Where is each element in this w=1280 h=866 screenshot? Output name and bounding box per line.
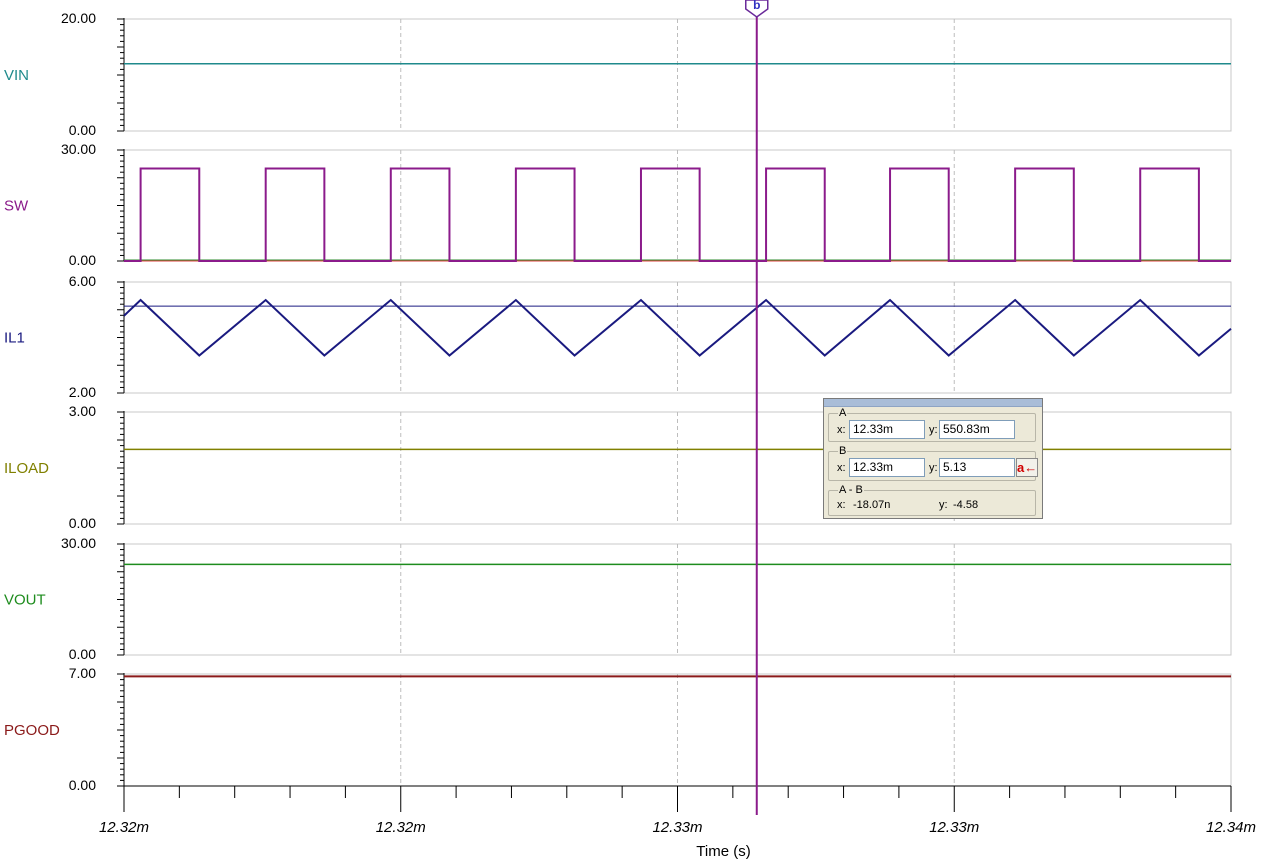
- x-tick-label: 12.33m: [652, 819, 702, 836]
- cursor-a-y-field[interactable]: 550.83m: [939, 420, 1015, 439]
- cursor-readout-panel[interactable]: A x: 12.33m y: 550.83m B x: 12.33m y: 5.…: [823, 398, 1043, 519]
- cursor-b-x-label: x:: [837, 462, 846, 474]
- cursor-a-y-label: y:: [929, 424, 938, 436]
- cursor-diff-x-value: -18.07n: [853, 499, 891, 511]
- cursor-diff-x-label: x:: [837, 499, 846, 511]
- y-min-label: 0.00: [69, 646, 96, 662]
- cursor-diff-label: A - B: [838, 484, 864, 496]
- panel-sw: 30.00 0.00 SW: [4, 141, 1232, 268]
- cursor-b-label: B: [838, 445, 848, 457]
- y-min-label: 0.00: [69, 122, 96, 138]
- snap-cursor-button[interactable]: a←: [1016, 458, 1038, 477]
- cursor-diff-group: A - B x: -18.07n y: -4.58: [828, 484, 1036, 516]
- series-name-vin: VIN: [4, 67, 29, 84]
- y-min-label: 0.00: [69, 515, 96, 531]
- waveform-plot[interactable]: 20.00 0.00 VIN 30.00 0.00 SW 6.00 2.00 IL1 3.00 0.…: [0, 0, 1280, 866]
- x-axis: 12.32m 12.32m 12.33m 12.33m 12.34m Time (s): [99, 785, 1256, 860]
- y-min-label: 0.00: [69, 777, 96, 793]
- y-max-label: 30.00: [61, 141, 96, 157]
- cursor-a-label: A: [838, 407, 848, 419]
- cursor-a-x-field[interactable]: 12.33m: [849, 420, 925, 439]
- cursor-b-y-label: y:: [929, 462, 938, 474]
- panel-vout: 30.00 0.00 VOUT: [4, 535, 1232, 662]
- cursor-b-y-field[interactable]: 5.13: [939, 458, 1015, 477]
- series-name-vout: VOUT: [4, 592, 46, 609]
- cursor-a-group: A x: 12.33m y: 550.83m: [828, 407, 1036, 442]
- panel-il1: 6.00 2.00 IL1: [4, 273, 1232, 400]
- x-tick-label: 12.32m: [376, 819, 426, 836]
- cursor-b-x-field[interactable]: 12.33m: [849, 458, 925, 477]
- y-min-label: 0.00: [69, 252, 96, 268]
- y-max-label: 6.00: [69, 273, 96, 289]
- panel-iload: 3.00 0.00 ILOAD: [4, 403, 1232, 531]
- y-max-label: 20.00: [61, 10, 96, 26]
- cursor-a-x-label: x:: [837, 424, 846, 436]
- y-max-label: 7.00: [69, 665, 96, 681]
- series-name-iload: ILOAD: [4, 460, 49, 477]
- y-min-label: 2.00: [69, 384, 96, 400]
- series-name-pgood: PGOOD: [4, 722, 60, 739]
- cursor-marker-label: b: [753, 0, 760, 12]
- x-tick-label: 12.34m: [1206, 819, 1256, 836]
- panel-vin: 20.00 0.00 VIN: [4, 10, 1232, 138]
- series-name-sw: SW: [4, 198, 29, 215]
- y-max-label: 30.00: [61, 535, 96, 551]
- panel-titlebar[interactable]: [824, 399, 1042, 407]
- panel-pgood: 7.00 0.00 PGOOD: [4, 665, 1232, 793]
- x-tick-label: 12.32m: [99, 819, 149, 836]
- x-axis-label: Time (s): [696, 843, 750, 860]
- cursor-diff-y-label: y:: [939, 499, 948, 511]
- cursor-b-group: B x: 12.33m y: 5.13: [828, 445, 1036, 481]
- x-tick-label: 12.33m: [929, 819, 979, 836]
- series-name-il1: IL1: [4, 330, 25, 347]
- y-max-label: 3.00: [69, 403, 96, 419]
- cursor-diff-y-value: -4.58: [953, 499, 979, 511]
